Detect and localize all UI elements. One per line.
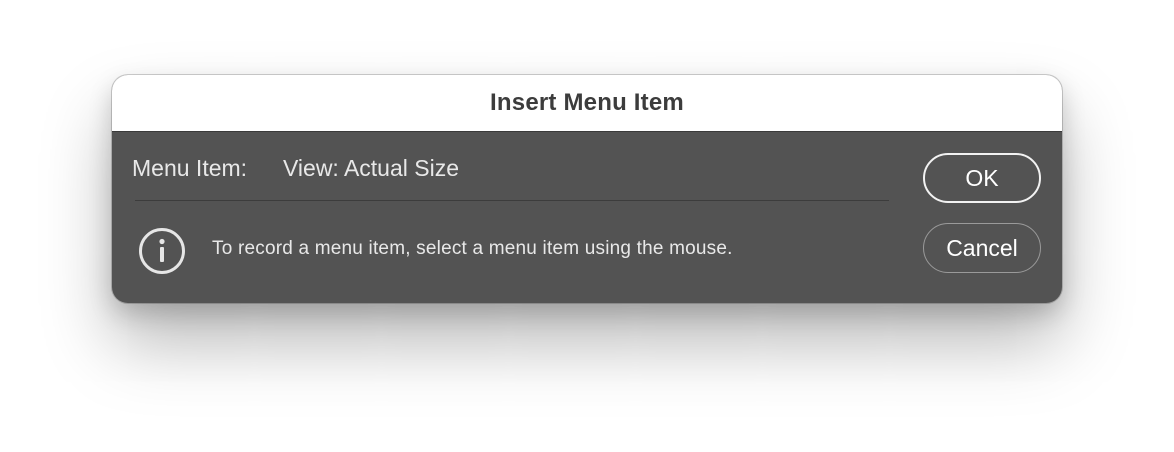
info-message: To record a menu item, select a menu ite… xyxy=(212,238,733,259)
menu-item-row: Menu Item: View: Actual Size xyxy=(132,153,459,183)
screen: Insert Menu Item Menu Item: View: Actual… xyxy=(0,0,1174,452)
dialog-title: Insert Menu Item xyxy=(490,89,684,116)
insert-menu-item-dialog: Insert Menu Item Menu Item: View: Actual… xyxy=(112,75,1062,303)
cancel-button[interactable]: Cancel xyxy=(923,223,1041,273)
cancel-button-label: Cancel xyxy=(946,234,1018,261)
divider xyxy=(135,200,889,201)
menu-item-label: Menu Item: xyxy=(132,154,248,181)
menu-item-value: View: Actual Size xyxy=(283,154,460,181)
ok-button-label: OK xyxy=(965,164,999,191)
ok-button[interactable]: OK xyxy=(923,153,1041,203)
info-circle-icon xyxy=(138,227,186,275)
dialog-titlebar: Insert Menu Item xyxy=(112,75,1062,132)
